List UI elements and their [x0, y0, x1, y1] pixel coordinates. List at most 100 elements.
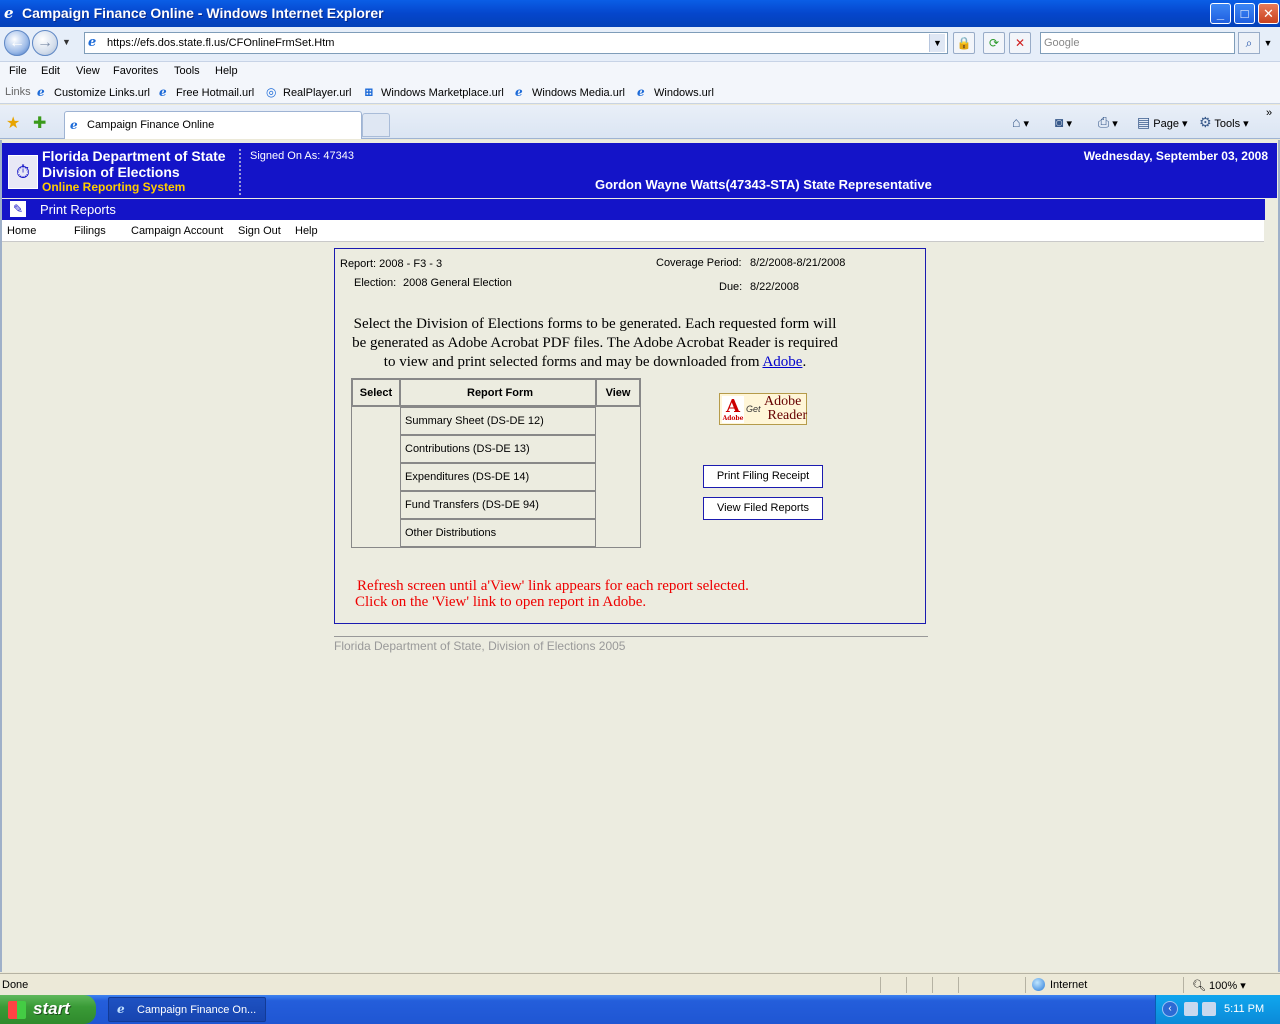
security-zone[interactable]: Internet — [1050, 979, 1087, 991]
print-filing-receipt-button[interactable]: Print Filing Receipt — [703, 465, 823, 488]
home-icon: ⌂ — [1012, 114, 1021, 130]
menu-view[interactable]: View — [76, 65, 100, 77]
history-dropdown-icon[interactable]: ▼ — [62, 37, 71, 47]
ie-link-icon: e — [515, 85, 523, 99]
select-cell — [352, 519, 400, 547]
menu-edit[interactable]: Edit — [41, 65, 60, 77]
menu-bar: File Edit View Favorites Tools Help — [0, 62, 1280, 82]
view-cell — [596, 407, 640, 435]
candidate-name: Gordon Wayne Watts(47343-STA) State Repr… — [595, 177, 932, 192]
link-realplayer[interactable]: ◎ RealPlayer.url — [266, 85, 351, 100]
table-row: Contributions (DS-DE 13) — [352, 435, 640, 463]
zoom-level[interactable]: 🔍︎ 100% ▾ — [1192, 979, 1246, 992]
section-title: Print Reports — [40, 202, 116, 217]
tab-campaign-finance[interactable]: e Campaign Finance Online — [64, 111, 362, 139]
address-dropdown-icon[interactable]: ▼ — [929, 34, 945, 52]
ie-link-icon: e — [159, 85, 167, 99]
search-icon[interactable]: ⌕ — [1238, 32, 1260, 54]
view-filed-reports-button[interactable]: View Filed Reports — [703, 497, 823, 520]
link-customize[interactable]: e Customize Links.url — [37, 85, 150, 100]
table-header-row: Select Report Form View — [352, 379, 640, 407]
link-hotmail[interactable]: e Free Hotmail.url — [159, 85, 254, 100]
address-toolbar: ← → ▼ e https://efs.dos.state.fl.us/CFOn… — [0, 27, 1280, 62]
forward-button[interactable]: → — [32, 30, 58, 56]
lock-icon[interactable]: 🔒 — [953, 32, 975, 54]
nav-filings[interactable]: Filings — [74, 225, 106, 237]
page-icon: e — [88, 35, 97, 50]
new-tab-button[interactable] — [362, 113, 390, 137]
realplayer-icon: ◎ — [266, 85, 277, 99]
menu-help[interactable]: Help — [215, 65, 238, 77]
tab-row: ★ ✚ e Campaign Finance Online ⌂ ▾ ◙ ▾ ⎙ … — [0, 105, 1280, 139]
close-button[interactable]: ✕ — [1258, 3, 1279, 24]
feeds-button[interactable]: ◙ ▾ — [1055, 114, 1072, 130]
show-hidden-icons-icon[interactable]: ‹ — [1162, 1001, 1178, 1017]
get-adobe-reader-badge[interactable]: A Adobe Get Adobe Reader — [719, 393, 807, 425]
gear-icon: ⚙ — [1199, 114, 1212, 130]
address-bar[interactable]: e https://efs.dos.state.fl.us/CFOnlineFr… — [84, 32, 948, 54]
tab-title: Campaign Finance Online — [87, 119, 215, 131]
url-text[interactable]: https://efs.dos.state.fl.us/CFOnlineFrmS… — [107, 37, 334, 49]
start-button[interactable]: start — [0, 995, 96, 1024]
status-divider — [932, 977, 933, 993]
view-cell — [596, 519, 640, 547]
tools-menu[interactable]: ⚙ Tools ▾ — [1199, 114, 1249, 131]
site-nav: Home Filings Campaign Account Sign Out H… — [2, 220, 1264, 242]
tray-security-icon[interactable] — [1202, 1002, 1216, 1016]
ie-link-icon: e — [37, 85, 45, 99]
form-name: Summary Sheet (DS-DE 12) — [400, 407, 596, 435]
signed-on-text: Signed On As: 47343 — [250, 150, 354, 162]
search-input[interactable]: Google — [1040, 32, 1235, 54]
footer-divider — [334, 636, 928, 637]
select-cell — [352, 491, 400, 519]
search-options-icon[interactable]: ▼ — [1262, 32, 1274, 54]
rss-icon: ◙ — [1055, 114, 1064, 130]
link-marketplace[interactable]: ⊞ Windows Marketplace.url — [364, 86, 504, 100]
report-id: Report: 2008 - F3 - 3 — [340, 258, 443, 270]
stop-icon[interactable]: ✕ — [1009, 32, 1031, 54]
chevron-more-icon[interactable]: » — [1266, 107, 1272, 119]
add-favorites-icon[interactable]: ✚ — [33, 113, 46, 133]
ie-link-icon: e — [637, 85, 645, 99]
taskbar-ie-window[interactable]: e Campaign Finance On... — [108, 997, 266, 1022]
link-windows[interactable]: e Windows.url — [637, 85, 714, 100]
adobe-download-link[interactable]: Adobe — [762, 354, 802, 370]
page-menu[interactable]: ▤ Page ▾ — [1137, 114, 1188, 131]
tray-network-icon[interactable] — [1184, 1002, 1198, 1016]
coverage-value: 8/2/2008-8/21/2008 — [750, 257, 846, 269]
system-tray: ‹ 5:11 PM — [1155, 995, 1280, 1024]
status-text: Done — [2, 979, 29, 991]
status-bar: Done Internet 🔍︎ 100% ▾ — [0, 973, 1280, 995]
select-cell — [352, 407, 400, 435]
table-row: Expenditures (DS-DE 14) — [352, 463, 640, 491]
view-cell — [596, 463, 640, 491]
back-button[interactable]: ← — [4, 30, 30, 56]
menu-file[interactable]: File — [9, 65, 27, 77]
minimize-button[interactable]: _ — [1210, 3, 1231, 24]
page-icon: ▤ — [1137, 114, 1151, 130]
nav-help[interactable]: Help — [295, 225, 318, 237]
nav-campaign-account[interactable]: Campaign Account — [131, 225, 223, 237]
col-select-header: Select — [352, 379, 400, 407]
due-label: Due: — [719, 281, 743, 293]
org-name-line1: Florida Department of State — [42, 148, 226, 164]
clock: 5:11 PM — [1224, 1003, 1265, 1015]
print-button[interactable]: ⎙ ▾ — [1098, 114, 1118, 131]
nav-sign-out[interactable]: Sign Out — [238, 225, 281, 237]
status-divider — [1025, 977, 1026, 993]
windows-logo-icon — [8, 1001, 26, 1019]
footer-text: Florida Department of State, Division of… — [334, 639, 626, 653]
refresh-icon[interactable]: ⟳ — [983, 32, 1005, 54]
home-button[interactable]: ⌂ ▾ — [1012, 114, 1029, 130]
favorites-star-icon[interactable]: ★ — [6, 113, 20, 133]
menu-favorites[interactable]: Favorites — [113, 65, 158, 77]
print-reports-panel: Report: 2008 - F3 - 3 Election: 2008 Gen… — [334, 248, 926, 624]
link-windows-media[interactable]: e Windows Media.url — [515, 85, 625, 100]
maximize-button[interactable]: □ — [1234, 3, 1255, 24]
adobe-logo-icon: A Adobe — [722, 396, 744, 423]
due-value: 8/22/2008 — [750, 281, 799, 293]
form-name: Other Distributions — [400, 519, 596, 547]
links-bar: Links e Customize Links.url e Free Hotmail… — [0, 82, 1280, 104]
menu-tools[interactable]: Tools — [174, 65, 200, 77]
nav-home[interactable]: Home — [7, 225, 36, 237]
